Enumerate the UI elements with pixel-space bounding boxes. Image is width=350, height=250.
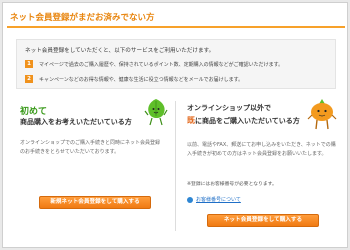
benefit-item-1: 1 マイページで過去のご購入履歴や、保持されているポイント数、定期購入の情報など… xyxy=(25,60,283,68)
first-time-heading: 初めて xyxy=(20,107,48,117)
leaf-mascot-icon xyxy=(144,99,168,126)
number-badge-1: 1 xyxy=(25,60,33,68)
customer-number-link[interactable]: お客様番号について xyxy=(196,196,241,203)
number-badge-2: 2 xyxy=(25,75,33,83)
service-intro-box: ネット会員登録をしていただくと、以下のサービスをご利用いただけます。 1 マイペ… xyxy=(16,39,336,89)
benefit-text-1: マイページで過去のご購入履歴や、保持されているポイント数、定期購入の情報などがご… xyxy=(39,61,284,68)
existing-customer-subheading-rest: に商品をご購入いただいている方 xyxy=(195,117,300,125)
new-customer-section: 初めて 商品購入をお考えいただいている方 オンラインショップでのご購入手続きと同… xyxy=(17,98,168,218)
register-and-buy-button[interactable]: 新規ネット会員登録をして購入する xyxy=(39,196,151,209)
page-title: ネット会員登録がまだお済みでない方 xyxy=(10,13,155,23)
existing-customer-subheading: 既に商品をご購入いただいている方 xyxy=(187,115,300,126)
intro-text: ネット会員登録をしていただくと、以下のサービスをご利用いただけます。 xyxy=(25,48,215,54)
orange-mascot-icon xyxy=(307,99,337,130)
info-icon xyxy=(187,196,193,203)
existing-customer-description: 以前、電話やFAX、郵送にてお申し込みをいただき、ネットでの購入手続きが初めての… xyxy=(187,142,336,157)
benefit-text-2: キャンペーンなどのお得な情報や、健康な生活に役立つ情報などをメールでお届けします… xyxy=(39,76,244,83)
already-accent-text: 既 xyxy=(187,116,195,125)
existing-customer-section: オンラインショップ以外で 既に商品をご購入いただいている方 以前、電話やFAX、… xyxy=(185,98,341,238)
new-customer-subheading: 商品購入をお考えいただいている方 xyxy=(20,118,132,126)
column-divider xyxy=(175,101,176,231)
offline-customer-heading: オンラインショップ以外で xyxy=(187,104,271,112)
customer-number-note: ※登録にはお客様番号が必要となります。 xyxy=(187,182,277,187)
page-frame: ネット会員登録がまだお済みでない方 ネット会員登録をしていただくと、以下のサービ… xyxy=(2,2,348,248)
new-customer-description: オンラインショップでのご購入手続きと同時にネット会員登録のお手続きをとらせていた… xyxy=(20,140,161,155)
customer-number-link-row[interactable]: お客様番号について xyxy=(187,196,241,203)
section-header: ネット会員登録がまだお済みでない方 xyxy=(7,7,345,28)
member-register-and-buy-button[interactable]: ネット会員登録をして購入する xyxy=(207,214,319,227)
benefit-item-2: 2 キャンペーンなどのお得な情報や、健康な生活に役立つ情報などをメールでお届けし… xyxy=(25,75,243,83)
